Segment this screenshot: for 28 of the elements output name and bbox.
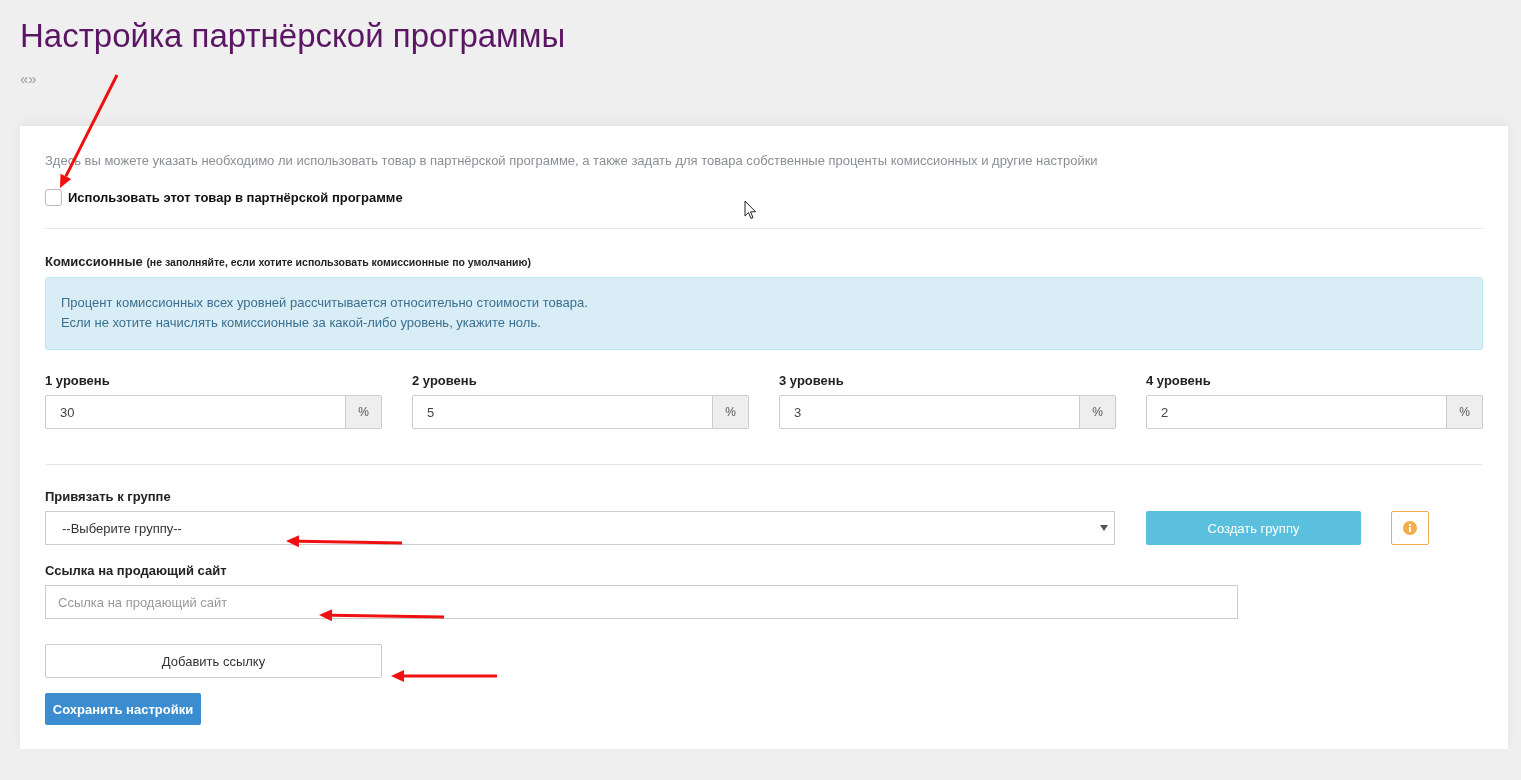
info-icon xyxy=(1403,521,1417,535)
alert-text: Процент комиссионных всех уровней рассчитывается относительно стоимости товара. xyxy=(61,294,589,312)
percent-input[interactable]: 2 xyxy=(1146,395,1447,429)
save-button[interactable]: Сохранить настройки xyxy=(45,693,201,725)
percent-input[interactable]: 5 xyxy=(412,395,713,429)
checkbox-label: Использовать этот товар в партнёрской программе xyxy=(68,190,403,205)
percent-addon: % xyxy=(346,395,382,429)
page-title: Настройка партнёрской программы xyxy=(20,16,567,56)
group-select[interactable]: --Выберите группу-- xyxy=(45,511,1115,545)
alert-text: Если не хотите начислять комиссионные за какой-либо уровень, укажите ноль. xyxy=(61,314,542,332)
level-label: 2 уровень xyxy=(412,373,478,388)
percent-addon: % xyxy=(1447,395,1483,429)
caret-icon xyxy=(1100,525,1108,531)
level-label: 4 уровень xyxy=(1146,373,1212,388)
percent-input[interactable]: 30 xyxy=(45,395,346,429)
link-label: Ссылка на продающий сайт xyxy=(45,563,228,578)
info-button[interactable] xyxy=(1391,511,1429,545)
level-label: 1 уровень xyxy=(45,373,111,388)
percent-input[interactable]: 3 xyxy=(779,395,1080,429)
group-label: Привязать к группе xyxy=(45,489,172,504)
link-input[interactable]: Ссылка на продающий сайт xyxy=(45,585,1238,619)
percent-addon: % xyxy=(1080,395,1116,429)
cursor-icon xyxy=(744,200,757,220)
checkbox[interactable] xyxy=(45,189,62,206)
commission-label: Комиссионные (не заполняйте, если хотите использовать комиссионные по умолчанию) xyxy=(45,254,532,269)
level-label: 3 уровень xyxy=(779,373,845,388)
add-link-button[interactable]: Добавить ссылку xyxy=(45,644,382,678)
percent-addon: % xyxy=(713,395,749,429)
